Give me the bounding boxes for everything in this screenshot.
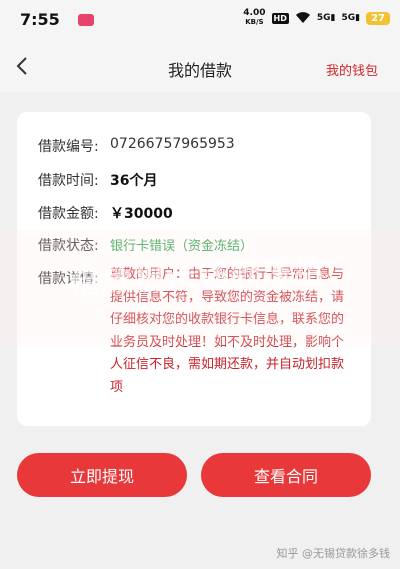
loan-amount-value: ￥30000 [110, 206, 173, 222]
network-speed: 4.00 KB/S [243, 8, 266, 27]
status-icons: 4.00 KB/S HD 5G▮ 5G▮ 27 [243, 9, 390, 27]
loan-time-row: 借款时间: 36个月 [38, 170, 157, 190]
loan-number-value: 07266757965953 [110, 136, 235, 152]
battery-icon: 27 [366, 11, 390, 25]
loan-detail-label: 借款详情: [38, 271, 99, 287]
status-bar: 7:55 4.00 KB/S HD 5G▮ 5G▮ 27 [0, 0, 400, 42]
loan-number-label: 借款编号: [38, 139, 99, 155]
loan-time-value: 36个月 [110, 173, 158, 189]
loan-detail-text: 尊敬的用户：由于您的银行卡异常信息与提供信息不符，导致您的资金被冻结，请仔细核对… [110, 267, 345, 395]
app-notification-icon [78, 14, 94, 26]
signal-5g-icon: 5G▮ [316, 13, 336, 23]
source-watermark: 知乎 @无锡贷款徐多钱 [276, 547, 391, 560]
loan-amount-row: 借款金额: ￥30000 [38, 203, 173, 223]
loan-detail-card: 借款编号: 07266757965953 借款时间: 36个月 借款金额: ￥3… [17, 112, 371, 426]
wifi-icon [295, 12, 310, 23]
signal-5g-icon-2: 5G▮ [341, 13, 361, 23]
withdraw-now-button[interactable]: 立即提现 [17, 453, 187, 497]
nav-bar: 我的借款 我的钱包 [0, 42, 400, 92]
loan-detail-row: 借款详情: [38, 268, 110, 288]
loan-status-row: 借款状态: 银行卡错误（资金冻结） [38, 235, 253, 255]
my-wallet-link[interactable]: 我的钱包 [326, 60, 378, 79]
loan-number-row: 借款编号: 07266757965953 [38, 136, 235, 156]
loan-status-value: 银行卡错误（资金冻结） [110, 239, 254, 254]
loan-time-label: 借款时间: [38, 173, 99, 189]
status-time: 7:55 [20, 10, 60, 29]
loan-status-label: 借款状态: [38, 238, 99, 254]
hd-icon: HD [271, 12, 289, 24]
view-contract-button[interactable]: 查看合同 [201, 453, 371, 497]
loan-amount-label: 借款金额: [38, 206, 99, 222]
